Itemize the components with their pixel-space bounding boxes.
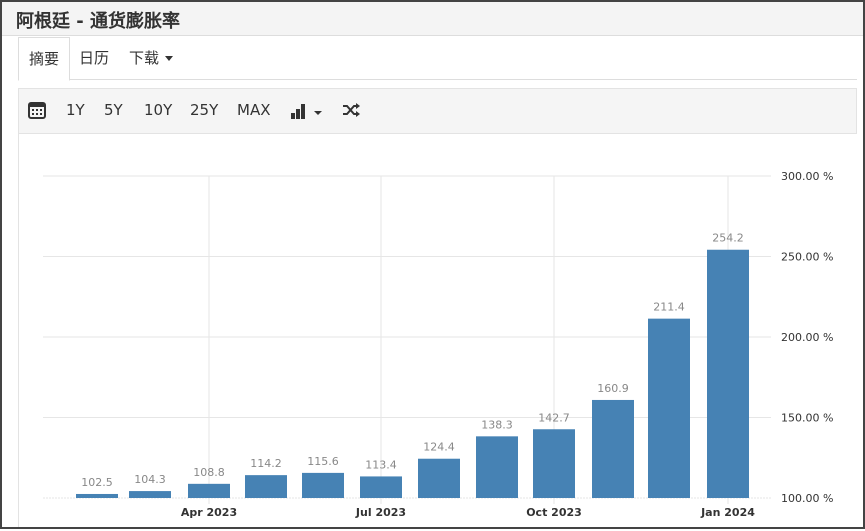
bar (533, 429, 575, 498)
bar (245, 475, 287, 498)
bar (360, 476, 402, 498)
bar (592, 399, 634, 498)
bar (707, 249, 749, 498)
data-label: 138.3 (481, 418, 513, 431)
bar-chart-icon (291, 104, 322, 119)
chart-window: 阿根廷 - 通货膨胀率 摘要 日历 下载 1Y 5Y 10Y 25Y MAX 1… (0, 0, 865, 529)
range-25y-button[interactable]: 25Y (190, 101, 218, 119)
x-tick-label: Jul 2023 (355, 506, 406, 519)
bar (418, 458, 460, 498)
tab-download-label: 下载 (129, 49, 160, 67)
x-tick-label: Oct 2023 (526, 506, 582, 519)
bar (648, 318, 690, 498)
data-label: 113.4 (365, 458, 397, 471)
range-max-button[interactable]: MAX (237, 101, 270, 119)
title-bar: 阿根廷 - 通货膨胀率 (2, 2, 863, 36)
data-label: 108.8 (193, 466, 225, 479)
chevron-down-icon (165, 56, 174, 61)
y-tick-label: 100.00 % (781, 492, 833, 505)
calendar-icon[interactable] (28, 102, 46, 123)
tab-calendar[interactable]: 日历 (79, 37, 109, 79)
chart-type-button[interactable] (291, 103, 325, 123)
chart-area: 100.00 % 150.00 % 200.00 % 250.00 % 300.00 %… (18, 133, 857, 527)
bar (129, 491, 171, 498)
data-label: 102.5 (81, 476, 113, 489)
range-1y-button[interactable]: 1Y (66, 101, 85, 119)
range-10y-button[interactable]: 10Y (144, 101, 172, 119)
data-label: 254.2 (712, 232, 744, 245)
y-tick-label: 300.00 % (781, 170, 833, 183)
bar-chart: 100.00 % 150.00 % 200.00 % 250.00 % 300.00 %… (43, 170, 833, 519)
page-title: 阿根廷 - 通货膨胀率 (16, 11, 181, 32)
chart-toolbar: 1Y 5Y 10Y 25Y MAX (18, 88, 857, 134)
data-label: 124.4 (423, 441, 455, 454)
x-tick-label: Apr 2023 (181, 506, 237, 519)
x-tick-label: Jan 2024 (700, 506, 755, 519)
bar (302, 472, 344, 498)
bar (476, 436, 518, 498)
data-label: 211.4 (653, 301, 685, 314)
y-tick-label: 200.00 % (781, 331, 833, 344)
data-label: 114.2 (250, 457, 282, 470)
tab-download[interactable]: 下载 (129, 37, 174, 79)
data-label: 160.9 (597, 382, 629, 395)
data-label: 104.3 (134, 473, 166, 486)
shuffle-icon[interactable] (342, 103, 360, 121)
bar (188, 483, 230, 498)
tab-summary[interactable]: 摘要 (18, 37, 71, 81)
bar (76, 493, 118, 498)
data-label: 142.7 (538, 411, 570, 424)
y-tick-label: 250.00 % (781, 251, 833, 264)
range-5y-button[interactable]: 5Y (104, 101, 123, 119)
tab-bar: 摘要 日历 下载 (18, 37, 857, 81)
data-label: 115.6 (307, 455, 339, 468)
y-tick-label: 150.00 % (781, 412, 833, 425)
